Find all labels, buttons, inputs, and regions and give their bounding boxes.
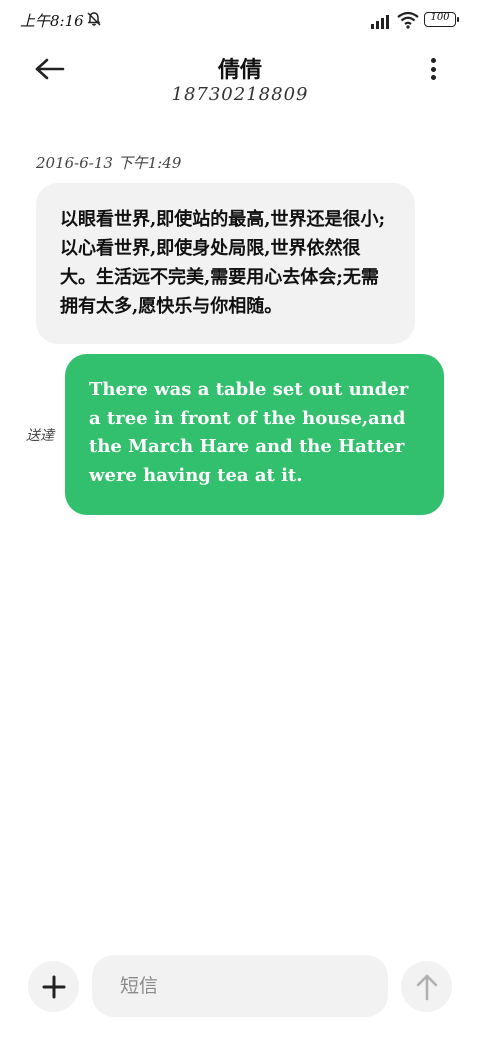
send-button[interactable] — [401, 961, 452, 1012]
add-attachment-button[interactable] — [28, 961, 79, 1012]
send-arrow-icon — [416, 974, 437, 1000]
mute-icon — [87, 12, 101, 26]
message-timestamp: 2016-6-13 下午1:49 — [36, 154, 182, 172]
signal-icon — [371, 15, 389, 29]
more-vertical-icon — [430, 58, 436, 63]
battery-level: 100 — [430, 12, 450, 23]
outgoing-message-bubble[interactable]: There was a table set out under a tree i… — [65, 354, 444, 515]
outgoing-message-text: There was a table set out under a tree i… — [89, 379, 409, 486]
incoming-message-text: 以眼看世界,即使站的最高,世界还是很小;以心看世界,即使身处局限,世界依然很大。… — [60, 209, 386, 317]
wifi-icon — [397, 11, 419, 29]
plus-icon — [42, 975, 65, 998]
delivery-status: 送達 — [26, 428, 54, 444]
message-input[interactable] — [92, 955, 388, 1017]
contact-name: 倩倩 — [217, 57, 262, 83]
incoming-message-bubble[interactable]: 以眼看世界,即使站的最高,世界还是很小;以心看世界,即使身处局限,世界依然很大。… — [36, 183, 415, 344]
status-time: 上午8:16 — [20, 12, 84, 30]
battery-icon: 100 — [424, 12, 459, 27]
status-bar: 上午8:16 100 — [0, 0, 480, 40]
more-options-button[interactable] — [420, 54, 446, 84]
contact-number: 18730218809 — [171, 84, 309, 105]
